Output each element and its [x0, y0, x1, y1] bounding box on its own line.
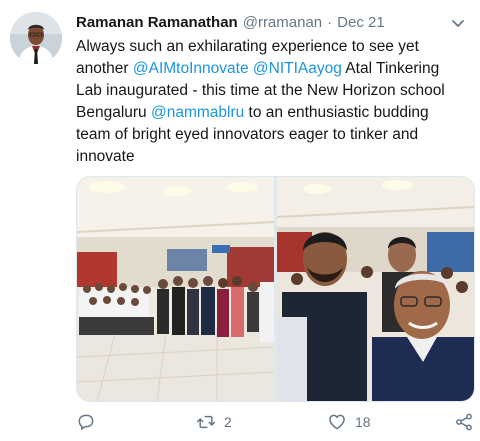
- tweet-date[interactable]: Dec 21: [337, 12, 385, 34]
- tweet-text-fragment: Atal Tinkering: [341, 60, 440, 77]
- separator-dot: ·: [327, 14, 333, 31]
- mention-link-nammablru[interactable]: @nammablru: [151, 104, 244, 121]
- tweet-text-line: Bengaluru @nammablru to an enthusiastic …: [76, 102, 471, 124]
- heart-icon: [329, 414, 345, 430]
- like-count: 18: [355, 414, 371, 430]
- tweet-actions: 2 18: [76, 410, 476, 434]
- chevron-down-icon[interactable]: [448, 13, 468, 33]
- avatar[interactable]: [10, 12, 62, 64]
- media-grid: [76, 176, 475, 402]
- reply-icon: [78, 414, 94, 430]
- display-name[interactable]: Ramanan Ramanathan: [76, 12, 238, 34]
- tweet-text-fragment: Bengaluru: [76, 104, 151, 121]
- share-button[interactable]: [454, 410, 474, 434]
- tweet-text: Always such an exhilarating experience t…: [76, 36, 471, 168]
- user-handle[interactable]: @rramanan: [243, 12, 322, 34]
- tweet-text-line: team of bright eyed innovators eager to …: [76, 126, 419, 143]
- selfie-photo[interactable]: [277, 177, 474, 401]
- mention-link-nitiaayog[interactable]: @NITIAayog: [253, 60, 342, 77]
- group-photo[interactable]: [77, 177, 274, 401]
- reply-button[interactable]: [76, 410, 96, 434]
- tweet-text-fragment: to an enthusiastic budding: [244, 104, 429, 121]
- like-button[interactable]: 18: [327, 410, 371, 434]
- retweet-button[interactable]: 2: [196, 410, 232, 434]
- tweet-text-line: innovate: [76, 148, 135, 165]
- retweet-icon: [196, 415, 216, 429]
- tweet-header: Ramanan Ramanathan @rramanan · Dec 21: [76, 12, 468, 34]
- mention-link-aimtoinnovate[interactable]: @AIMtoInnovate: [133, 60, 249, 77]
- tweet-text-line: another @AIMtoInnovate @NITIAayog Atal T…: [76, 58, 471, 80]
- tweet-text-line: Always such an exhilarating experience t…: [76, 38, 419, 55]
- tweet-text-line: Lab inaugurated - this time at the New H…: [76, 82, 445, 99]
- tweet-card[interactable]: Ramanan Ramanathan @rramanan · Dec 21 Al…: [0, 0, 480, 441]
- retweet-count: 2: [224, 414, 232, 430]
- share-icon: [456, 413, 472, 431]
- tweet-text-fragment: another: [76, 60, 133, 77]
